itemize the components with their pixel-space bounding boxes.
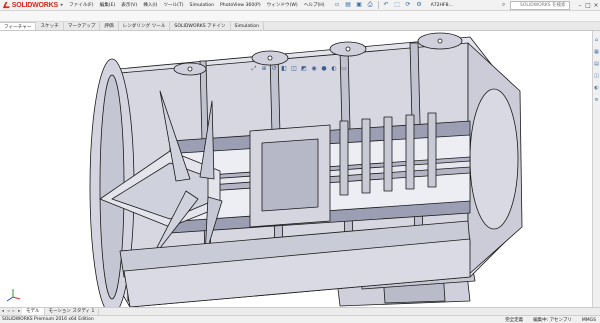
- tab-motion-study[interactable]: モーション スタディ 1: [45, 308, 100, 315]
- edit-mode-status: 編集中: アセンブリ: [533, 318, 572, 323]
- first-tab-icon[interactable]: ◂: [2, 309, 4, 314]
- solidworks-logo[interactable]: SOLIDWORKS: [0, 0, 58, 11]
- task-pane: ⌂ ▦ ▤ ◫ ◐ ≡: [592, 31, 600, 310]
- menu-help[interactable]: ヘルプ(H): [301, 2, 328, 8]
- resources-icon[interactable]: ⌂: [594, 37, 600, 43]
- open-icon[interactable]: ▤: [344, 1, 353, 9]
- appearances-icon[interactable]: ◐: [594, 85, 600, 91]
- display-style-icon[interactable]: ◩: [300, 65, 308, 73]
- command-tabs: フィーチャー スケッチ マークアップ 評価 レンダリング ツール SOLIDWO…: [0, 22, 600, 31]
- menu-expand-icon[interactable]: ▸: [58, 2, 66, 8]
- units-selector[interactable]: MMGS: [582, 318, 596, 323]
- zoom-area-icon[interactable]: ⊕: [260, 65, 268, 73]
- view-palette-icon[interactable]: ◫: [594, 73, 600, 79]
- search-icon[interactable]: ⌕: [502, 1, 505, 9]
- menu-photoview[interactable]: PhotoView 360(P): [217, 3, 264, 8]
- tab-simulation[interactable]: Simulation: [231, 22, 265, 30]
- view-settings-icon[interactable]: ▭: [340, 65, 348, 73]
- tab-addins[interactable]: SOLIDWORKS アドイン: [170, 22, 231, 30]
- previous-view-icon[interactable]: ↺: [270, 65, 278, 73]
- close-icon[interactable]: ×: [592, 2, 600, 9]
- solidworks-window: SOLIDWORKS ▸ ファイル(F) 編集(E) 表示(V) 挿入(I) ツ…: [0, 0, 600, 323]
- menu-file[interactable]: ファイル(F): [66, 2, 97, 8]
- menu-tools[interactable]: ツール(T): [160, 2, 186, 8]
- tab-sketch[interactable]: スケッチ: [36, 22, 64, 30]
- ds-logo-icon: [2, 1, 10, 8]
- tab-render-tools[interactable]: レンダリング ツール: [119, 22, 171, 30]
- select-icon[interactable]: ⬚: [393, 1, 402, 9]
- graphics-area[interactable]: ⤢ ⊕ ↺ ◧ ◫ ◩ ◉ ● ◐ ▭: [0, 31, 592, 307]
- hide-show-icon[interactable]: ◉: [310, 65, 318, 73]
- undo-icon[interactable]: ↶: [382, 1, 391, 9]
- model-tabs: ◂ ◃ ▹ ▸ モデル モーション スタディ 1: [0, 307, 600, 315]
- menu-bar: SOLIDWORKS ▸ ファイル(F) 編集(E) 表示(V) 挿入(I) ツ…: [0, 0, 600, 11]
- main-menu: ファイル(F) 編集(E) 表示(V) 挿入(I) ツール(T) Simulat…: [66, 0, 328, 11]
- tab-navigation: ◂ ◃ ▹ ▸: [0, 309, 22, 314]
- tab-features[interactable]: フィーチャー: [0, 22, 37, 30]
- brand-label: SOLIDWORKS: [11, 1, 58, 9]
- document-title: A72HF8...: [430, 2, 453, 8]
- menu-view[interactable]: 表示(V): [118, 2, 140, 8]
- appearance-icon[interactable]: ●: [320, 65, 328, 73]
- view-orientation-icon[interactable]: ◫: [290, 65, 298, 73]
- status-bar: SOLIDWORKS Premium 2016 x64 Edition 完全定義…: [0, 315, 600, 323]
- print-icon[interactable]: ⎙: [366, 1, 375, 9]
- tab-model[interactable]: モデル: [22, 308, 45, 315]
- edition-label: SOLIDWORKS Premium 2016 x64 Edition: [2, 317, 94, 322]
- last-tab-icon[interactable]: ▸: [18, 309, 20, 314]
- save-icon[interactable]: ▣: [355, 1, 364, 9]
- tab-markup[interactable]: マークアップ: [64, 22, 101, 30]
- next-tab-icon[interactable]: ▹: [13, 309, 15, 314]
- maximize-icon[interactable]: □: [584, 2, 592, 9]
- definition-status: 完全定義: [505, 318, 524, 323]
- zoom-fit-icon[interactable]: ⤢: [250, 65, 258, 73]
- quick-access-toolbar: ▫ ▤ ▣ ⎙ ↶ ⬚ ⟳ ⚙: [332, 0, 425, 11]
- options-icon[interactable]: ⚙: [415, 1, 424, 9]
- rebuild-icon[interactable]: ⟳: [404, 1, 413, 9]
- scene-icon[interactable]: ◐: [330, 65, 338, 73]
- toolbar-divider: [377, 1, 379, 9]
- minimize-icon[interactable]: –: [576, 2, 584, 9]
- section-view-icon[interactable]: ◧: [280, 65, 288, 73]
- window-controls: – □ ×: [576, 0, 600, 11]
- command-manager-ribbon: [0, 11, 600, 22]
- menu-simulation[interactable]: Simulation: [187, 3, 217, 8]
- tab-evaluate[interactable]: 評価: [100, 22, 119, 30]
- status-right: 完全定義 編集中: アセンブリ MMGS: [505, 316, 596, 323]
- new-icon[interactable]: ▫: [333, 1, 342, 9]
- custom-properties-icon[interactable]: ≡: [594, 97, 600, 103]
- prev-tab-icon[interactable]: ◃: [7, 309, 9, 314]
- file-explorer-icon[interactable]: ▤: [594, 61, 600, 67]
- design-library-icon[interactable]: ▦: [594, 49, 600, 55]
- menu-window[interactable]: ウィンドウ(W): [264, 2, 301, 8]
- search-input[interactable]: SOLIDWORKS を検索: [510, 1, 570, 10]
- reference-triad-icon: [6, 289, 21, 302]
- menu-insert[interactable]: 挿入(I): [140, 2, 160, 8]
- menu-edit[interactable]: 編集(E): [97, 2, 119, 8]
- heads-up-view-toolbar: ⤢ ⊕ ↺ ◧ ◫ ◩ ◉ ● ◐ ▭: [250, 64, 348, 73]
